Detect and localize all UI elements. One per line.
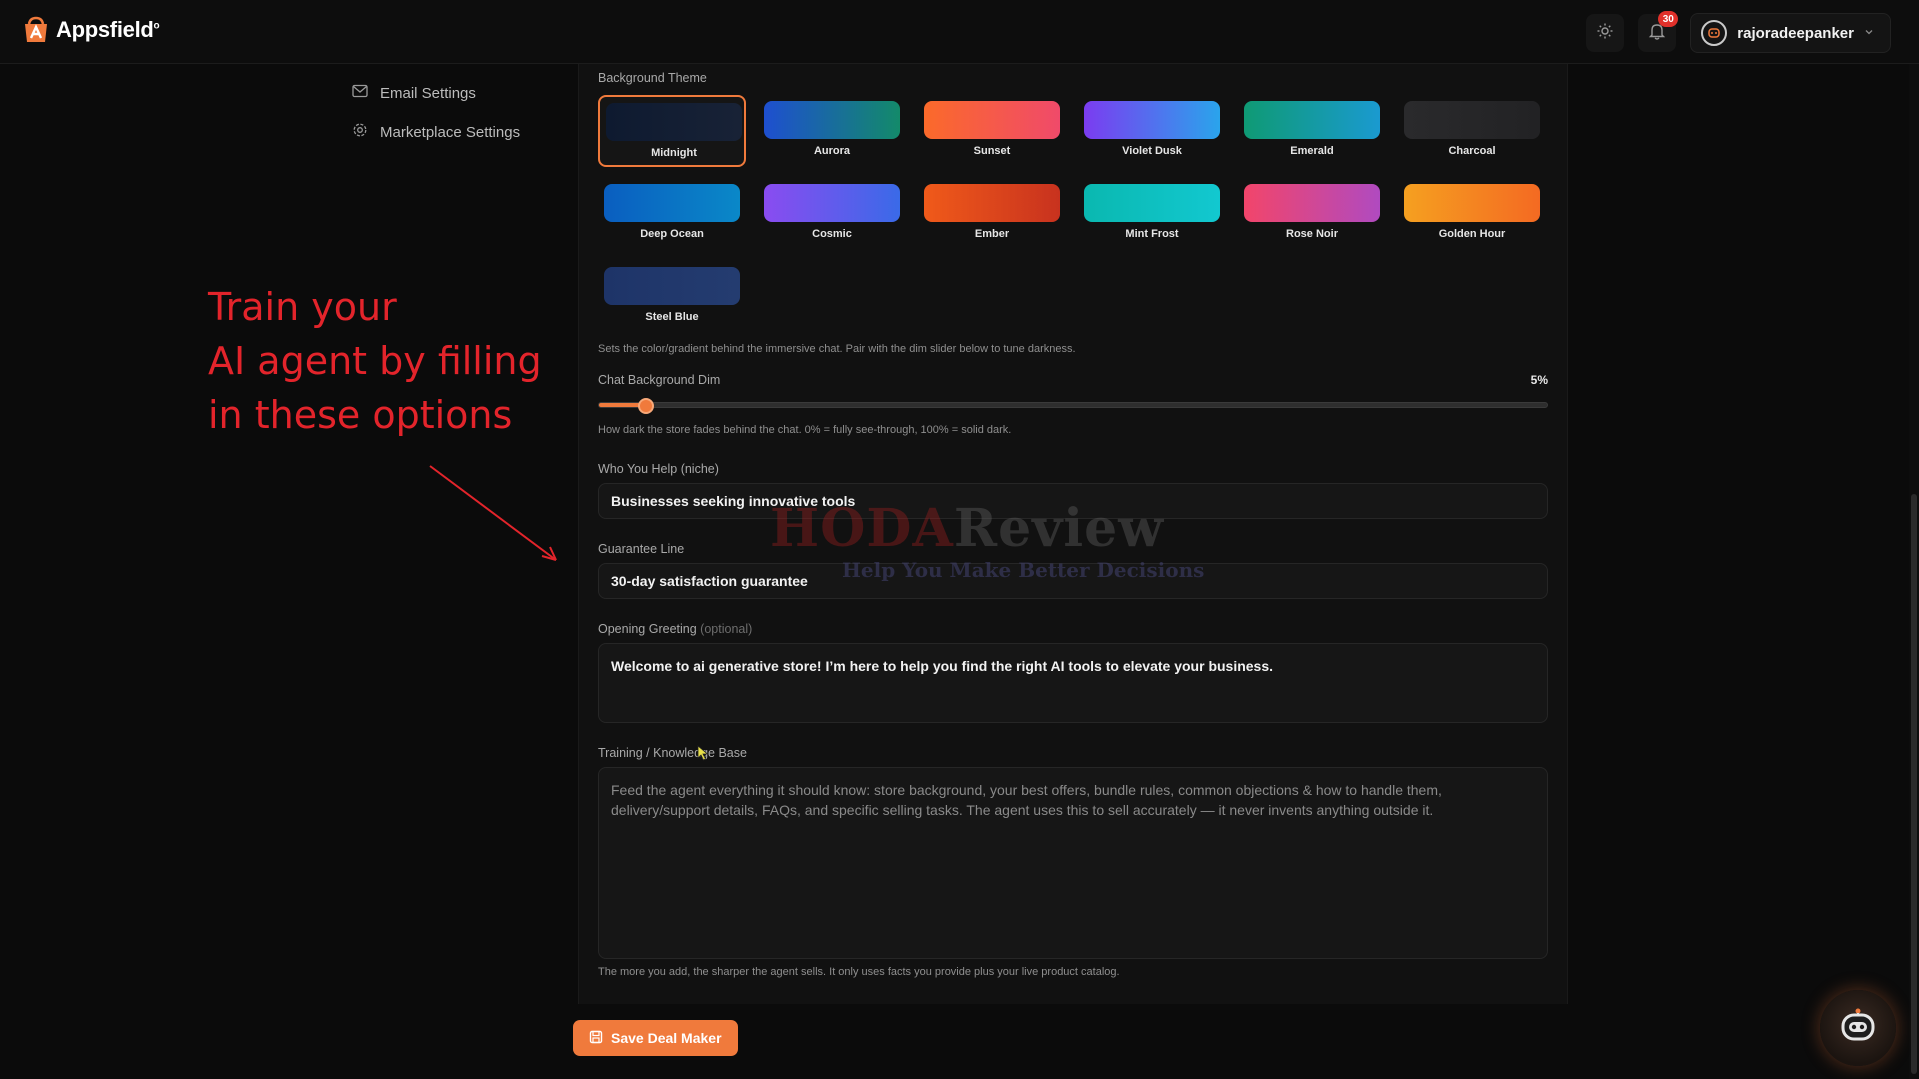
annotation-line: Train your [208, 285, 397, 329]
theme-label: Violet Dusk [1122, 145, 1182, 157]
theme-swatch [764, 101, 900, 139]
sidebar-item-email-settings[interactable]: Email Settings [352, 84, 476, 102]
theme-option-violet-dusk[interactable]: Violet Dusk [1078, 95, 1226, 167]
theme-option-sunset[interactable]: Sunset [918, 95, 1066, 167]
scrollbar-thumb[interactable] [1911, 494, 1917, 1074]
training-label: Training / Knowledge Base [598, 746, 747, 760]
sidebar-item-label: Marketplace Settings [380, 123, 521, 141]
theme-swatch [924, 101, 1060, 139]
theme-option-charcoal[interactable]: Charcoal [1398, 95, 1546, 167]
page-scrollbar[interactable] [1909, 64, 1919, 1079]
chat-dim-value: 5% [1530, 373, 1548, 387]
opening-greeting-label: Opening Greeting (optional) [598, 622, 753, 636]
theme-label: Emerald [1290, 145, 1334, 157]
username: rajoradeepanker [1737, 24, 1854, 42]
theme-swatch [1404, 184, 1540, 222]
training-knowledge-base-textarea[interactable]: Feed the agent everything it should know… [598, 767, 1548, 959]
app-name: Appsfieldo [56, 17, 160, 42]
theme-toggle-button[interactable] [1586, 14, 1625, 52]
theme-swatch [1404, 101, 1540, 139]
theme-option-midnight[interactable]: Midnight [598, 95, 746, 167]
opening-greeting-textarea[interactable]: Welcome to ai generative store! I’m here… [598, 643, 1548, 723]
theme-label: Mint Frost [1125, 228, 1179, 240]
theme-option-ember[interactable]: Ember [918, 178, 1066, 250]
background-theme-help: Sets the color/gradient behind the immer… [598, 343, 1076, 355]
save-deal-maker-button[interactable]: Save Deal Maker [573, 1020, 738, 1056]
theme-swatch [606, 103, 742, 141]
theme-option-mint-frost[interactable]: Mint Frost [1078, 178, 1226, 250]
chat-bot-launcher-button[interactable] [1820, 990, 1896, 1066]
robot-icon [1834, 1002, 1882, 1055]
niche-label: Who You Help (niche) [598, 462, 719, 476]
mouse-cursor-icon [697, 745, 709, 761]
background-theme-label: Background Theme [598, 71, 707, 85]
theme-swatch [924, 184, 1060, 222]
avatar [1701, 20, 1728, 46]
training-help: The more you add, the sharper the agent … [598, 966, 1120, 978]
theme-swatch [604, 267, 740, 305]
theme-label: Charcoal [1448, 145, 1496, 157]
theme-swatch [1244, 184, 1380, 222]
theme-swatch [1084, 101, 1220, 139]
sidebar-item-marketplace-settings[interactable]: Marketplace Settings [352, 122, 520, 142]
theme-swatch [1084, 184, 1220, 222]
watermark: HODAReview Help You Make Better Decision… [770, 498, 1205, 583]
theme-option-aurora[interactable]: Aurora [758, 95, 906, 167]
theme-label: Rose Noir [1286, 228, 1338, 240]
watermark-tagline: Help You Make Better Decisions [842, 558, 1205, 582]
notification-count-badge: 30 [1658, 11, 1679, 27]
theme-option-steel-blue[interactable]: Steel Blue [598, 261, 746, 333]
save-button-label: Save Deal Maker [611, 1030, 722, 1046]
guarantee-label: Guarantee Line [598, 542, 685, 556]
app-logo[interactable]: Appsfieldo [22, 16, 160, 44]
theme-label: Ember [974, 228, 1010, 240]
theme-label: Sunset [973, 145, 1011, 157]
annotation-text: Train your AI agent by filling in these … [208, 280, 568, 442]
chevron-down-icon [1864, 24, 1874, 42]
annotation-arrow-icon [429, 465, 557, 561]
watermark-brand: HODAReview [770, 498, 1164, 559]
theme-option-emerald[interactable]: Emerald [1238, 95, 1386, 167]
theme-label: Steel Blue [645, 311, 699, 323]
theme-option-cosmic[interactable]: Cosmic [758, 178, 906, 250]
user-menu-button[interactable]: rajoradeepanker [1690, 13, 1891, 53]
chat-dim-help: How dark the store fades behind the chat… [598, 424, 1012, 436]
mail-icon [352, 84, 368, 102]
theme-swatch [764, 184, 900, 222]
theme-option-golden-hour[interactable]: Golden Hour [1398, 178, 1546, 250]
sidebar-item-label: Email Settings [380, 84, 476, 102]
notifications-button[interactable]: 30 [1638, 11, 1679, 52]
theme-label: Midnight [651, 147, 697, 159]
annotation-line: in these options [208, 393, 513, 437]
theme-label: Aurora [813, 145, 851, 157]
save-icon [589, 1030, 603, 1047]
shopping-bag-logo-icon [22, 16, 50, 44]
chat-dim-slider[interactable] [598, 398, 1548, 414]
annotation-line: AI agent by filling [208, 339, 542, 383]
theme-label: Deep Ocean [640, 228, 704, 240]
theme-option-rose-noir[interactable]: Rose Noir [1238, 178, 1386, 250]
chat-dim-label: Chat Background Dim [598, 373, 721, 387]
top-bar: Appsfieldo 30 rajoradeepanker [0, 0, 1919, 64]
gear-icon [352, 122, 368, 142]
theme-option-deep-ocean[interactable]: Deep Ocean [598, 178, 746, 250]
theme-label: Cosmic [812, 228, 852, 240]
sun-icon [1597, 23, 1613, 44]
theme-label: Golden Hour [1438, 228, 1506, 240]
theme-swatch [604, 184, 740, 222]
theme-swatch [1244, 101, 1380, 139]
